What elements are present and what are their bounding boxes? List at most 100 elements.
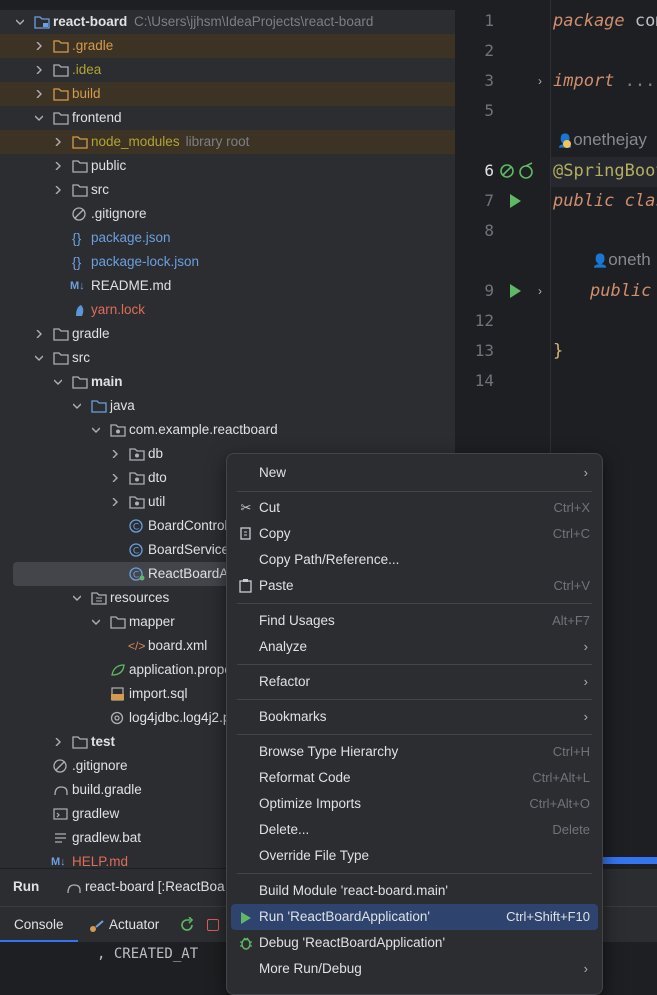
stop-icon[interactable] [207,919,219,931]
chevron-down-icon[interactable] [33,106,45,130]
tree-label: public [91,158,127,173]
line-number: 7 [484,191,494,210]
tree-row[interactable]: {} package-lock.json [0,250,455,274]
rerun-icon[interactable] [179,917,195,933]
tree-row[interactable]: .gradle [0,34,455,58]
package-icon [129,496,145,509]
script-file-icon [53,808,68,820]
debug-icon [240,937,252,950]
chevron-right-icon[interactable] [33,82,45,106]
tree-label: yarn.lock [91,302,146,317]
chevron-right-icon[interactable] [33,34,45,58]
run-tab[interactable]: react-board [:ReactBoa [85,879,225,894]
line-number: 12 [474,311,494,330]
tree-label: package-lock.json [91,254,200,269]
lightbulb-icon[interactable] [563,140,571,148]
svg-text:C: C [133,547,139,557]
chevron-right-icon[interactable] [52,178,64,202]
context-menu[interactable]: New › ✂ Cut Ctrl+X Copy Ctrl+C Copy Path… [226,453,603,995]
gradle-file-icon [54,786,68,796]
run-gutter-icon[interactable] [510,284,521,298]
project-path: C:\Users\jjhsm\IdeaProjects\react-board [134,14,374,29]
tree-row[interactable]: public [0,154,455,178]
menu-item-analyze[interactable]: Analyze › [231,634,598,660]
tree-row[interactable]: frontend [0,106,455,130]
chevron-down-icon[interactable] [90,418,102,442]
tree-row[interactable]: M↓ README.md [0,274,455,298]
tree-row[interactable]: java [0,394,455,418]
chevron-right-icon[interactable] [109,442,121,466]
menu-item-optimize-imports[interactable]: Optimize Imports Ctrl+Alt+O [231,791,598,817]
scissors-icon: ✂ [240,500,252,515]
chevron-right-icon[interactable] [109,490,121,514]
chevron-right-icon[interactable] [109,466,121,490]
chevron-right-icon[interactable] [52,130,64,154]
menu-item-more-run-debug[interactable]: More Run/Debug › [231,956,598,982]
tab-console[interactable]: Console [14,917,64,932]
tree-row[interactable]: {} package.json [0,226,455,250]
chevron-down-icon[interactable] [14,10,26,34]
spring-run-icon[interactable] [518,162,536,180]
menu-item-copy[interactable]: Copy Ctrl+C [231,521,598,547]
menu-item-new[interactable]: New › [231,460,598,486]
line-number: 3 [484,71,494,90]
tree-row[interactable]: src [0,346,455,370]
menu-item-debug[interactable]: Debug 'ReactBoardApplication' [231,930,598,956]
ignore-file-icon [72,207,86,221]
fold-chevron-icon[interactable]: › [538,284,542,298]
tree-row[interactable]: build [0,82,455,106]
folder-icon [53,64,69,77]
chevron-down-icon[interactable] [71,586,83,610]
markdown-file-icon: M↓ [70,280,85,292]
menu-item-run[interactable]: Run 'ReactBoardApplication' Ctrl+Shift+F… [231,904,598,930]
tree-row[interactable]: .gitignore [0,202,455,226]
tab-actuator[interactable]: Actuator [109,917,159,932]
menu-item-bookmarks[interactable]: Bookmarks › [231,704,598,730]
svg-text:C: C [133,523,139,533]
chevron-right-icon[interactable] [33,58,45,82]
menu-separator [237,734,592,735]
chevron-right-icon[interactable] [52,154,64,178]
text-file-icon [55,833,66,843]
tree-row[interactable]: yarn.lock [0,298,455,322]
menu-item-paste[interactable]: Paste Ctrl+V [231,573,598,599]
chevron-right-icon[interactable] [52,730,64,754]
menu-item-browse-type-hierarchy[interactable]: Browse Type Hierarchy Ctrl+H [231,739,598,765]
paste-icon [239,579,252,593]
menu-item-override-file-type[interactable]: Override File Type [231,843,598,869]
chevron-down-icon[interactable] [90,610,102,634]
run-gutter-icon[interactable] [510,194,521,208]
menu-item-find-usages[interactable]: Find Usages Alt+F7 [231,608,598,634]
tree-row[interactable]: com.example.reactboard [0,418,455,442]
chevron-right-icon[interactable] [33,322,45,346]
menu-item-reformat-code[interactable]: Reformat Code Ctrl+Alt+L [231,765,598,791]
fold-chevron-icon[interactable]: › [538,74,542,88]
folder-icon [53,88,69,101]
tree-row-root[interactable]: react-board C:\Users\jjhsm\IdeaProjects\… [0,10,455,34]
tree-label: main [91,374,123,389]
menu-item-refactor[interactable]: Refactor › [231,669,598,695]
source-folder-icon [91,400,107,413]
chevron-down-icon[interactable] [52,370,64,394]
menu-item-cut[interactable]: ✂ Cut Ctrl+X [231,495,598,521]
package-icon [110,424,126,437]
tree-label: build.gradle [72,782,142,797]
tree-row[interactable]: .idea [0,58,455,82]
chevron-down-icon[interactable] [33,346,45,370]
chevron-down-icon[interactable] [71,394,83,418]
menu-item-build-module[interactable]: Build Module 'react-board.main' [231,878,598,904]
tree-row[interactable]: gradle [0,322,455,346]
xml-file-icon: </> [128,639,146,653]
menu-item-delete[interactable]: Delete... Delete [231,817,598,843]
menu-item-copy-path[interactable]: Copy Path/Reference... [231,547,598,573]
run-icon [238,909,254,925]
tree-label: node_modules library root [91,134,250,149]
tree-label: src [72,350,90,365]
tree-row[interactable]: main [0,370,455,394]
menu-separator [237,664,592,665]
bean-icon[interactable] [499,163,515,179]
tree-label: db [148,446,164,461]
tree-row[interactable]: src [0,178,455,202]
tree-row[interactable]: node_modules library root [0,130,455,154]
folder-icon [72,160,88,173]
